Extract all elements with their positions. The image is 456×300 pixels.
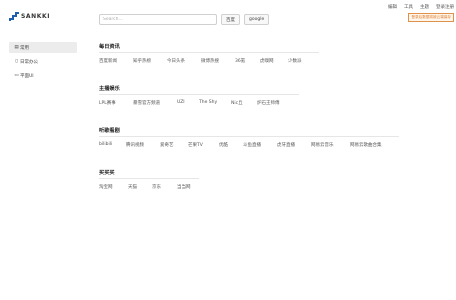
sidebar-item-ui[interactable]: ▭ 平面UI [9,70,77,81]
link-item[interactable]: 京东 [152,184,177,190]
link-item[interactable]: 斗鱼直播 [243,142,277,148]
link-row: 淘宝网 天猫 京东 当当网 [99,184,399,190]
link-item[interactable]: 芒果TV [188,142,219,148]
link-item[interactable]: 腾讯视频 [126,142,160,148]
sidebar-item-label: 平面UI [20,73,34,79]
section-shopping: 买买买 淘宝网 天猫 京东 当当网 [99,169,399,190]
top-link-theme[interactable]: 主题 [420,4,429,10]
section-title: 每日资讯 [99,44,120,50]
sidebar-item-office[interactable]: ▯ 日常办公 [9,56,77,67]
section-title: 主播娱乐 [99,86,120,92]
link-item[interactable]: 百度新闻 [99,58,133,64]
section-entertainment: 主播娱乐 LPL赛事 暴雪官方频道 UZI The Shy Nic丘 炉石王师傅 [99,85,399,106]
link-item[interactable]: 网易云音乐 [311,142,350,148]
link-item[interactable]: 微博热搜 [201,58,235,64]
section-divider [99,178,199,179]
link-item[interactable]: 虎嗅网 [260,58,288,64]
logo[interactable]: SANKKI [9,12,50,21]
link-item[interactable]: 36氪 [235,58,260,64]
link-item[interactable]: 网易云歌曲合集 [350,142,382,148]
link-item[interactable]: Nic丘 [231,100,257,106]
link-row: bilibili 腾讯视频 爱奇艺 芒果TV 优酷 斗鱼直播 虎牙直播 网易云音… [99,142,399,148]
sidebar-item-label: 常用 [20,45,29,51]
section-music-video: 听歌看剧 bilibili 腾讯视频 爱奇艺 芒果TV 优酷 斗鱼直播 虎牙直播… [99,127,399,148]
top-link-login[interactable]: 登录注册 [436,4,454,10]
link-row: 百度新闻 知乎热榜 今日头条 微博热搜 36氪 虎嗅网 少数派 [99,58,399,64]
link-item[interactable]: bilibili [99,142,126,148]
list-icon: ▤ [14,45,19,50]
link-item[interactable]: 炉石王师傅 [257,100,280,106]
section-divider [99,52,319,53]
sidebar-item-label: 日常办公 [20,59,38,65]
engine-button-google[interactable]: google [244,14,270,25]
search-input[interactable] [99,14,217,25]
logo-icon [9,12,19,21]
engine-button-baidu[interactable]: 百度 [221,14,240,25]
top-link-tools[interactable]: 工具 [404,4,413,10]
link-item[interactable]: 爱奇艺 [160,142,188,148]
document-icon: ▯ [15,59,18,64]
link-item[interactable]: 少数派 [288,58,302,64]
search-bar: 百度 google [99,14,270,25]
logo-text: SANKKI [21,13,51,20]
section-daily-news: 每日资讯 百度新闻 知乎热榜 今日头条 微博热搜 36氪 虎嗅网 少数派 [99,43,399,64]
link-item[interactable]: 当当网 [177,184,191,190]
link-item[interactable]: UZI [177,100,199,106]
monitor-icon: ▭ [14,73,19,78]
link-item[interactable]: 今日头条 [167,58,201,64]
section-title: 买买买 [99,170,115,176]
link-item[interactable]: LPL赛事 [99,100,133,106]
link-item[interactable]: 天猫 [128,184,152,190]
login-notice[interactable]: 登录后数据将被云端保存 [408,13,454,22]
link-item[interactable]: 优酷 [219,142,243,148]
link-item[interactable]: 虎牙直播 [277,142,311,148]
link-row: LPL赛事 暴雪官方频道 UZI The Shy Nic丘 炉石王师傅 [99,100,399,106]
section-title: 听歌看剧 [99,128,120,134]
top-links: 编辑 工具 主题 登录注册 [388,4,454,10]
section-divider [99,136,399,137]
link-item[interactable]: 淘宝网 [99,184,128,190]
link-item[interactable]: The Shy [199,100,231,106]
sidebar: ▤ 常用 ▯ 日常办公 ▭ 平面UI [9,42,77,84]
link-item[interactable]: 暴雪官方频道 [133,100,177,106]
sidebar-item-common[interactable]: ▤ 常用 [9,42,77,53]
top-link-edit[interactable]: 编辑 [388,4,397,10]
section-divider [99,94,299,95]
link-item[interactable]: 知乎热榜 [133,58,167,64]
